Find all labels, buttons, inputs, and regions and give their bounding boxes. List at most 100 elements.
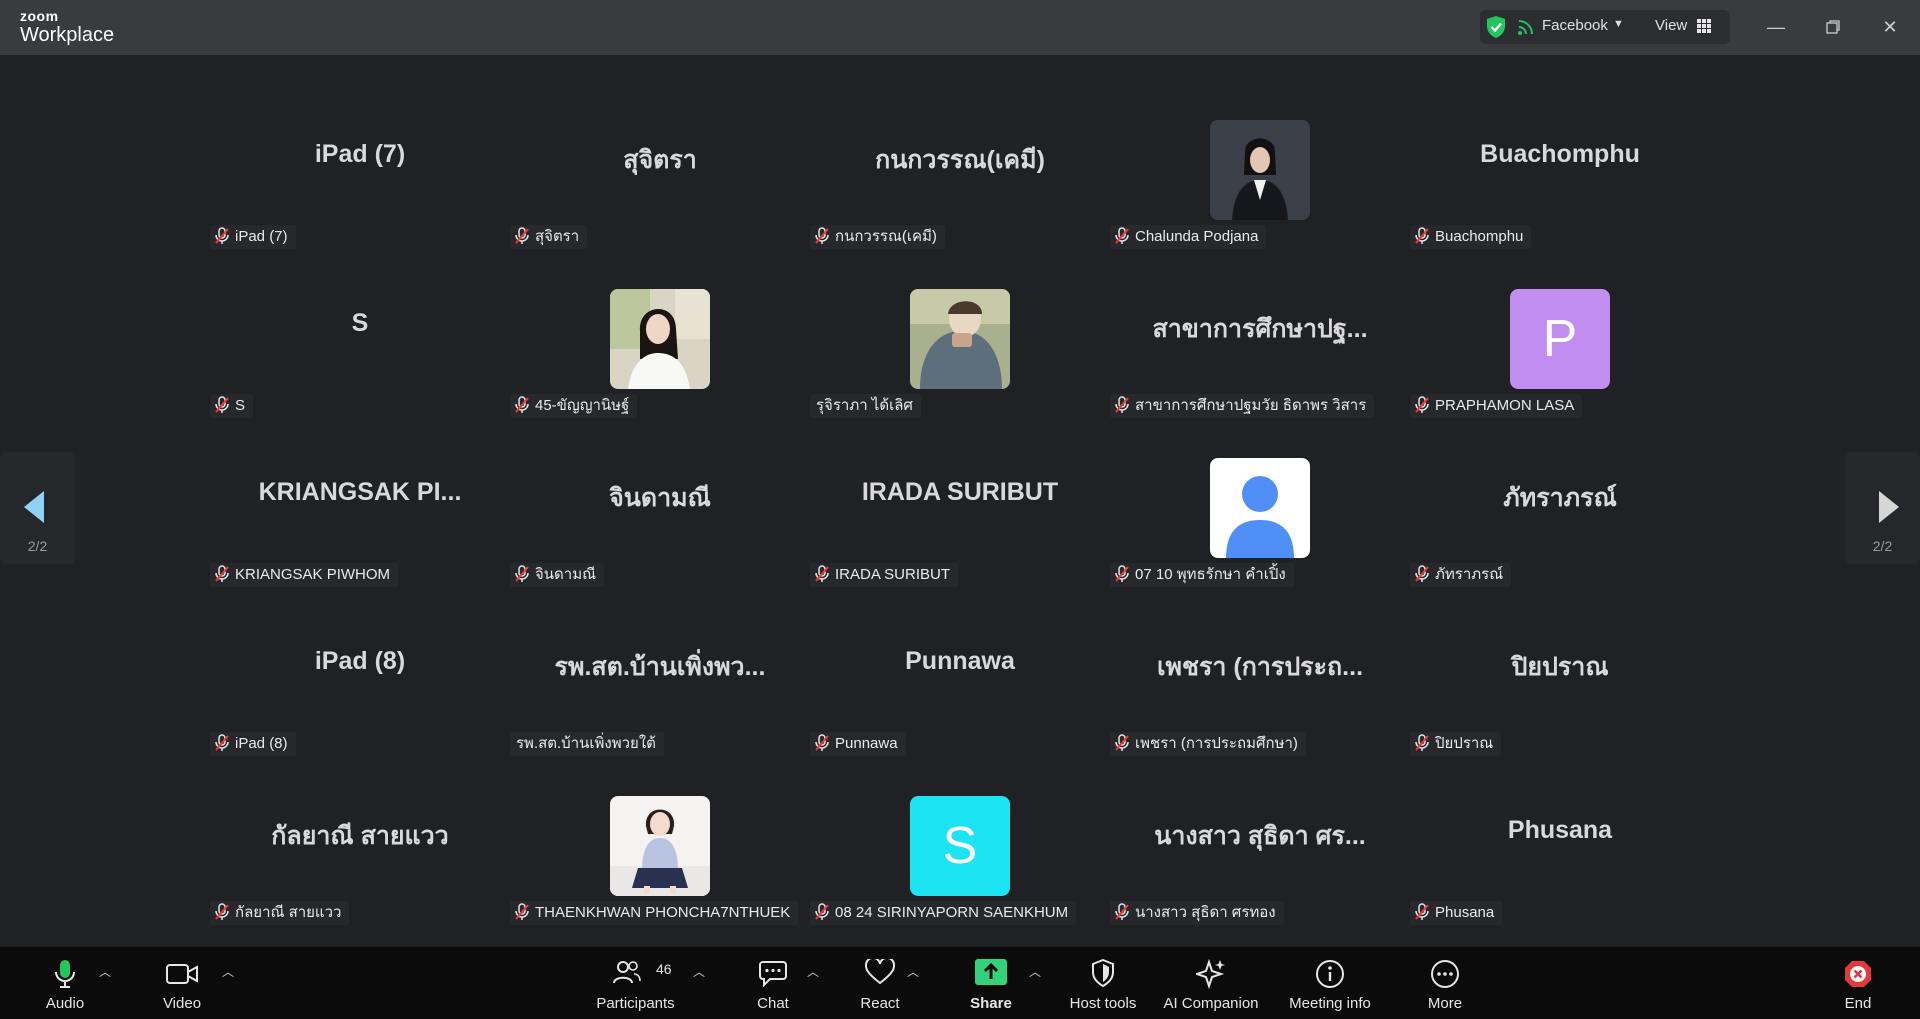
participant-display-name: IRADA SURIBUT (861, 478, 1059, 506)
participant-name-label: THAENKHWAN PHONCHA7NTHUEK (510, 901, 799, 925)
host-tools-button[interactable]: Host tools (1063, 947, 1143, 1019)
participant-name-text: 08 24 SIRINYAPORN SAENKHUM (835, 904, 1069, 921)
participant-tile[interactable]: จินดามณี จินดามณี (510, 458, 810, 628)
participant-tile[interactable]: สาขาการศึกษาปฐ... สาขาการศึกษาปฐมวัย ธิดา… (1110, 289, 1410, 459)
participant-name-text: นางสาว สุธิดา ศรทอง (1135, 904, 1276, 921)
participant-tile[interactable]: Phusana Phusana (1410, 796, 1710, 966)
participant-tile[interactable]: Punnawa Punnawa (810, 627, 1110, 797)
participant-display-name: Phusana (1507, 816, 1613, 844)
previous-page-button[interactable]: 2/2 (0, 452, 75, 564)
muted-mic-icon (814, 225, 835, 249)
more-button[interactable]: More (1410, 947, 1480, 1019)
chevron-down-icon[interactable]: ▼ (1613, 18, 1624, 30)
react-button[interactable]: React (845, 947, 915, 1019)
share-label: Share (970, 995, 1012, 1012)
participant-name-text: iPad (8) (235, 735, 288, 752)
participant-tile[interactable]: 07 10 พุทธรักษา คำเปิ้ง (1110, 458, 1410, 628)
participants-button[interactable]: 46 Participants (588, 947, 683, 1019)
participant-display-name: iPad (8) (314, 647, 406, 675)
participant-tile[interactable]: iPad (7) iPad (7) (210, 120, 510, 290)
participant-display-name: สาขาการศึกษาปฐ... (1152, 315, 1368, 343)
participant-name-label: สาขาการศึกษาปฐมวัย ธิดาพร วิสาร (1110, 394, 1375, 418)
participant-tile[interactable]: THAENKHWAN PHONCHA7NTHUEK (510, 796, 810, 966)
participant-tile[interactable]: ภัทราภรณ์ ภัทราภรณ์ (1410, 458, 1710, 628)
sparkle-icon (1196, 959, 1225, 989)
arrow-left-icon (24, 491, 44, 523)
participant-name-text: จินดามณี (535, 566, 597, 583)
participant-name-label: จินดามณี (510, 563, 605, 587)
share-options-caret-icon[interactable]: ︿ (1029, 963, 1041, 980)
muted-mic-icon (214, 225, 235, 249)
participant-tile[interactable]: P PRAPHAMON LASA (1410, 289, 1710, 459)
participant-name-text: กัลยาณี สายแวว (235, 904, 342, 921)
muted-mic-icon (1414, 732, 1435, 756)
participant-name-label: 45-ขัญญานิษฐ์ (510, 394, 638, 418)
livestream-target-label[interactable]: Facebook (1542, 17, 1608, 34)
chat-button[interactable]: Chat (738, 947, 808, 1019)
participant-name-label: สุจิตรา (510, 225, 588, 249)
participant-tile[interactable]: Buachomphu Buachomphu (1410, 120, 1710, 290)
participant-name-label: Punnawa (810, 732, 906, 756)
participants-options-caret-icon[interactable]: ︿ (693, 963, 705, 980)
share-button[interactable]: Share (956, 947, 1026, 1019)
react-label: React (860, 995, 900, 1012)
participant-name-label: ปิยปราณ (1410, 732, 1502, 756)
participant-display-name: นางสาว สุธิดา ศร... (1154, 822, 1366, 850)
view-button[interactable]: View (1655, 17, 1687, 34)
encryption-shield-icon[interactable] (1485, 15, 1507, 39)
grid-view-icon[interactable] (1697, 19, 1711, 33)
next-page-button[interactable]: 2/2 (1845, 452, 1920, 564)
brand-small: zoom (20, 8, 59, 24)
participant-tile[interactable]: รพ.สต.บ้านเพิ่งพว... รพ.สต.บ้านเพิ่งพวยใต… (510, 627, 810, 797)
participant-name-text: KRIANGSAK PIWHOM (235, 566, 391, 583)
share-screen-icon (975, 959, 1007, 985)
page-indicator: 2/2 (1872, 538, 1893, 554)
participant-display-name: กัลยาณี สายแวว (271, 822, 449, 850)
participant-display-name: KRIANGSAK PI... (258, 478, 462, 506)
participant-name-text: Chalunda Podjana (1135, 228, 1259, 245)
video-camera-icon (166, 964, 198, 984)
participant-tile[interactable]: 45-ขัญญานิษฐ์ (510, 289, 810, 459)
video-options-caret-icon[interactable]: ︿ (222, 963, 234, 980)
participant-tile[interactable]: S 08 24 SIRINYAPORN SAENKHUM (810, 796, 1110, 966)
close-icon[interactable]: ✕ (1877, 14, 1903, 40)
participant-display-name: Buachomphu (1480, 140, 1640, 168)
react-options-caret-icon[interactable]: ︿ (907, 963, 919, 980)
participant-display-name: iPad (7) (314, 140, 406, 168)
participant-name-label: กนกวรรณ(เคมี) (810, 225, 945, 249)
participant-tile[interactable]: นางสาว สุธิดา ศร... นางสาว สุธิดา ศรทอง (1110, 796, 1410, 966)
participant-name-label: iPad (8) (210, 732, 296, 756)
participant-tile[interactable]: รุจิราภา ได้เลิศ (810, 289, 1110, 459)
participant-tile[interactable]: iPad (8) iPad (8) (210, 627, 510, 797)
participant-tile[interactable]: SS (210, 289, 510, 459)
audio-options-caret-icon[interactable]: ︿ (99, 963, 111, 980)
participant-tile[interactable]: ปิยปราณ ปิยปราณ (1410, 627, 1710, 797)
restore-icon[interactable] (1820, 14, 1846, 40)
chat-options-caret-icon[interactable]: ︿ (807, 963, 819, 980)
meeting-controls: Audio ︿ Video ︿ 46 Participants ︿ Chat ︿ (0, 947, 1920, 1019)
meeting-info-button[interactable]: Meeting info (1280, 947, 1380, 1019)
ai-companion-button[interactable]: AI Companion (1158, 947, 1264, 1019)
participant-tile[interactable]: เพชรา (การประถ... เพชรา (การประถมศึกษา) (1110, 627, 1410, 797)
end-meeting-button[interactable]: End (1823, 947, 1893, 1019)
default-avatar-icon (1210, 458, 1310, 558)
audio-button[interactable]: Audio (30, 947, 100, 1019)
participant-tile[interactable]: สุจิตรา สุจิตรา (510, 120, 810, 290)
end-call-icon (1845, 961, 1871, 987)
avatar: P (1510, 289, 1610, 389)
participant-tile[interactable]: IRADA SURIBUT IRADA SURIBUT (810, 458, 1110, 628)
participant-tile[interactable]: กนกวรรณ(เคมี) กนกวรรณ(เคมี) (810, 120, 1110, 290)
participant-tile[interactable]: Chalunda Podjana (1110, 120, 1410, 290)
participant-name-text: Buachomphu (1435, 228, 1524, 245)
participant-name-text: รุจิราภา ได้เลิศ (816, 397, 913, 414)
participant-name-label: Buachomphu (1410, 225, 1532, 249)
participant-display-name: เพชรา (การประถ... (1156, 653, 1364, 681)
participant-name-text: สาขาการศึกษาปฐมวัย ธิดาพร วิสาร (1135, 397, 1367, 414)
video-label: Video (162, 995, 202, 1012)
video-button[interactable]: Video (147, 947, 217, 1019)
participant-tile[interactable]: กัลยาณี สายแวว กัลยาณี สายแวว (210, 796, 510, 966)
participant-name-label: นางสาว สุธิดา ศรทอง (1110, 901, 1284, 925)
minimize-icon[interactable]: — (1763, 14, 1789, 40)
ai-companion-label: AI Companion (1163, 995, 1259, 1012)
participant-tile[interactable]: KRIANGSAK PI... KRIANGSAK PIWHOM (210, 458, 510, 628)
